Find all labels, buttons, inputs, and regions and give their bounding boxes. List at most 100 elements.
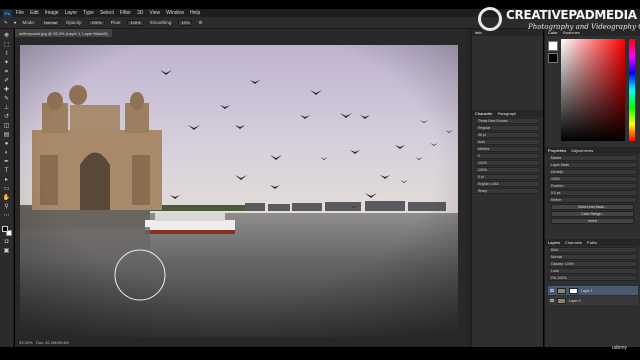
clone-stamp-icon[interactable]: ⊥ [3, 105, 11, 111]
layer-fill-field[interactable]: Fill: 100% [548, 275, 637, 281]
layer-thumbnail [557, 287, 566, 294]
font-style-select[interactable]: Regular [475, 125, 540, 131]
blend-mode-select[interactable]: Normal [548, 254, 637, 260]
move-tool-icon[interactable]: ✥ [3, 33, 11, 39]
menu-image[interactable]: Image [45, 10, 59, 16]
tab-paragraph[interactable]: Paragraph [498, 111, 517, 116]
eyedropper-icon[interactable]: ✐ [3, 78, 11, 84]
gradient-icon[interactable]: ▤ [3, 132, 11, 138]
menu-edit[interactable]: Edit [30, 10, 39, 16]
history-brush-icon[interactable]: ↺ [3, 114, 11, 120]
layer-mask-label: Layer Mask [548, 162, 637, 168]
eraser-icon[interactable]: ◫ [3, 123, 11, 129]
layer-name: Layer 1 [581, 288, 593, 293]
panel-column-1: Info Character Paragraph Times New Roman… [471, 29, 543, 347]
menu-3d[interactable]: 3D [137, 10, 143, 16]
more-tools-icon[interactable]: ⋯ [3, 213, 11, 219]
quick-select-icon[interactable]: ✦ [3, 60, 11, 66]
layers-list: Layer 1 Layer 0 [545, 282, 640, 322]
tab-paths[interactable]: Paths [587, 240, 597, 245]
menu-layer[interactable]: Layer [65, 10, 78, 16]
menu-window[interactable]: Window [166, 10, 184, 16]
quick-mask-icon[interactable]: ◘ [3, 239, 11, 245]
marquee-tool-icon[interactable]: ⬚ [3, 42, 11, 48]
language-select[interactable]: English: USA [475, 181, 540, 187]
camera-aperture-icon [478, 7, 502, 31]
dodge-icon[interactable]: ◐ [3, 150, 11, 156]
screen-mode-icon[interactable]: ▣ [3, 248, 11, 254]
layer-row[interactable]: Layer 0 [548, 296, 638, 305]
layer-mask-thumbnail[interactable] [569, 287, 578, 294]
watermark-title: CREATIVEPADMEDIA [506, 8, 637, 22]
properties-panel-tabs: Properties Adjustments [545, 147, 640, 154]
crop-tool-icon[interactable]: ⌗ [3, 69, 11, 75]
lasso-tool-icon[interactable]: ℓ [3, 51, 11, 57]
tracking-field[interactable]: 0 [475, 153, 540, 159]
image-canvas[interactable] [20, 45, 458, 337]
color-range-button[interactable]: Color Range... [551, 211, 634, 217]
color-field[interactable] [561, 39, 625, 141]
panel-column-2: Color Swatches Properties Adjustments Ma… [544, 29, 640, 347]
brush-tool-icon[interactable]: ✎ [4, 20, 8, 26]
foreground-color-swatch[interactable] [1, 226, 8, 232]
tools-panel: ✥ ⬚ ℓ ✦ ⌗ ✐ ✚ ✎ ⊥ ↺ ◫ ▤ ● ◐ ✒ T ▸ ▭ ✋ ⚲ … [0, 29, 14, 347]
menu-view[interactable]: View [149, 10, 160, 16]
tab-channels[interactable]: Channels [565, 240, 582, 245]
character-panel-tabs: Character Paragraph [472, 110, 543, 117]
tab-character[interactable]: Character [475, 111, 493, 116]
foreground-color-chip[interactable] [548, 41, 558, 51]
lock-label: Lock: [548, 268, 637, 274]
document-tab[interactable]: selfexposed.jpg @ 33.3% (Layer 1, Layer … [15, 29, 112, 37]
smoothing-field[interactable]: 10% [178, 19, 193, 26]
font-family-select[interactable]: Times New Roman [475, 118, 540, 124]
flow-field[interactable]: 100% [127, 19, 144, 26]
smoothing-label: Smoothing: [149, 20, 173, 25]
tab-properties[interactable]: Properties [548, 148, 566, 153]
layer-filter-select[interactable]: Kind [548, 247, 637, 253]
baseline-shift-field[interactable]: 0 pt [475, 174, 540, 180]
feather-value[interactable]: 0.0 px [548, 190, 637, 196]
opacity-field[interactable]: 100% [88, 19, 105, 26]
layer-name: Layer 0 [569, 298, 581, 303]
background-color-chip[interactable] [548, 53, 558, 63]
watermark-subtitle: Photography and Videography Courses [528, 23, 640, 31]
menu-file[interactable]: File [16, 10, 24, 16]
mode-select[interactable]: Normal [41, 19, 60, 26]
font-size-field[interactable]: 36 pt [475, 132, 540, 138]
blur-icon[interactable]: ● [3, 141, 11, 147]
menu-select[interactable]: Select [100, 10, 114, 16]
layer-opacity-field[interactable]: Opacity: 100% [548, 261, 637, 267]
menu-type[interactable]: Type [83, 10, 94, 16]
gear-icon[interactable]: ⚙ [198, 20, 202, 26]
pen-tool-icon[interactable]: ✒ [3, 159, 11, 165]
healing-brush-icon[interactable]: ✚ [3, 87, 11, 93]
hue-slider[interactable] [629, 39, 635, 141]
antialias-select[interactable]: Sharp [475, 188, 540, 194]
layer-row[interactable]: Layer 1 [548, 286, 638, 295]
vertical-scale-field[interactable]: 100% [475, 160, 540, 166]
zoom-tool-icon[interactable]: ⚲ [3, 204, 11, 210]
visibility-eye-icon[interactable] [550, 289, 554, 292]
shape-tool-icon[interactable]: ▭ [3, 186, 11, 192]
path-select-icon[interactable]: ▸ [3, 177, 11, 183]
type-tool-icon[interactable]: T [3, 168, 11, 174]
menu-filter[interactable]: Filter [120, 10, 131, 16]
color-swatches[interactable] [1, 226, 12, 236]
tab-adjustments[interactable]: Adjustments [571, 148, 593, 153]
document-area: selfexposed.jpg @ 33.3% (Layer 1, Layer … [15, 29, 465, 347]
flow-label: Flow: [110, 20, 122, 25]
select-and-mask-button[interactable]: Select and Mask... [551, 204, 634, 210]
visibility-eye-icon[interactable] [550, 299, 554, 302]
kerning-field[interactable]: Metrics [475, 146, 540, 152]
leading-field[interactable]: Auto [475, 139, 540, 145]
brush-preset-icon[interactable]: ● [14, 20, 17, 25]
brush-tool-icon[interactable]: ✎ [3, 96, 11, 102]
hand-tool-icon[interactable]: ✋ [3, 195, 11, 201]
invert-button[interactable]: Invert [551, 218, 634, 224]
zoom-level[interactable]: 33.33% [19, 340, 33, 345]
density-label: Density: [548, 169, 637, 175]
density-value[interactable]: 100% [548, 176, 637, 182]
tab-layers[interactable]: Layers [548, 240, 560, 245]
menu-help[interactable]: Help [190, 10, 200, 16]
horizontal-scale-field[interactable]: 100% [475, 167, 540, 173]
